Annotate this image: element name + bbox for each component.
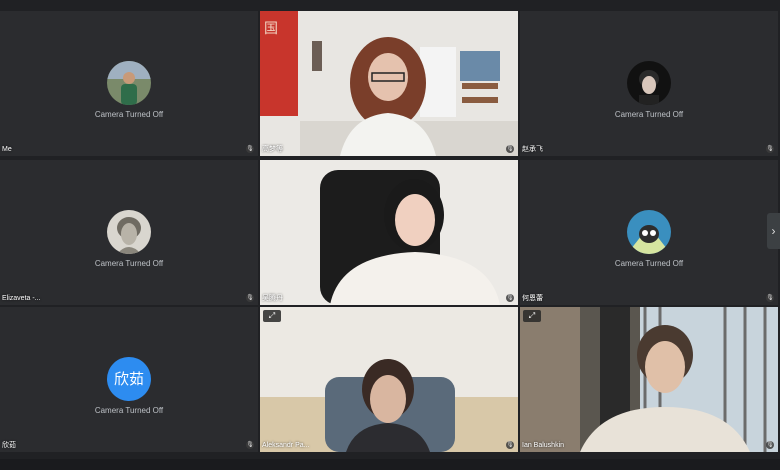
camera-off-label: Camera Turned Off — [614, 110, 684, 119]
video-grid: Camera Turned Off Me 🎙 国 高梦等 🎙 Camera Tu… — [0, 11, 780, 455]
participant-name: Ian Balushkin — [522, 442, 565, 449]
participant-tile[interactable]: Camera Turned Off 何恩蕾 🎙 — [520, 160, 778, 305]
bottom-bar — [0, 459, 780, 470]
expand-icon[interactable]: ⤢ — [263, 310, 281, 322]
microphone-icon: 🎙 — [766, 441, 774, 449]
video-feed — [260, 307, 518, 452]
participant-name: 高梦等 — [262, 146, 283, 153]
participant-tile-video[interactable]: ⤢ Aleksandr Pa... 🎙 — [260, 307, 518, 452]
participant-tile-video[interactable]: 国 高梦等 🎙 — [260, 11, 518, 156]
participant-name: 赵承飞 — [522, 146, 543, 153]
camera-off-label: Camera Turned Off — [614, 259, 684, 268]
participant-tile-me[interactable]: Camera Turned Off Me 🎙 — [0, 11, 258, 156]
video-feed — [520, 307, 778, 452]
camera-off-label: Camera Turned Off — [94, 110, 164, 119]
participant-name: Aleksandr Pa... — [262, 442, 310, 449]
participant-tile-video[interactable]: 吴腾丹 🎙 — [260, 160, 518, 305]
chevron-right-icon[interactable]: › — [767, 213, 780, 249]
microphone-icon: 🎙 — [246, 145, 254, 153]
participant-name: 何恩蕾 — [522, 295, 543, 302]
microphone-icon: 🎙 — [766, 145, 774, 153]
avatar — [627, 61, 671, 105]
microphone-icon: 🎙 — [766, 294, 774, 302]
microphone-icon: 🎙 — [506, 145, 514, 153]
microphone-icon: 🎙 — [246, 294, 254, 302]
avatar — [627, 210, 671, 254]
microphone-icon: 🎙 — [506, 294, 514, 302]
camera-off-label: Camera Turned Off — [94, 406, 164, 415]
microphone-icon: 🎙 — [506, 441, 514, 449]
video-feed: 国 — [260, 11, 518, 156]
expand-icon[interactable]: ⤢ — [523, 310, 541, 322]
participant-tile[interactable]: Camera Turned Off Elizaveta -... 🎙 — [0, 160, 258, 305]
avatar — [107, 61, 151, 105]
participant-name: 吴腾丹 — [262, 295, 283, 302]
avatar: 欣茹 — [107, 357, 151, 401]
avatar-initials: 欣茹 — [113, 370, 144, 388]
participant-name: Elizaveta -... — [2, 295, 41, 302]
participant-tile[interactable]: 欣茹 Camera Turned Off 欣茹 🎙 — [0, 307, 258, 452]
avatar — [107, 210, 151, 254]
participant-tile[interactable]: Camera Turned Off 赵承飞 🎙 — [520, 11, 778, 156]
camera-off-label: Camera Turned Off — [94, 259, 164, 268]
participant-name: Me — [2, 146, 12, 153]
microphone-icon: 🎙 — [246, 441, 254, 449]
participant-name: 欣茹 — [2, 442, 16, 449]
svg-text:国: 国 — [264, 20, 278, 36]
participant-tile-video[interactable]: ⤢ Ian Balushkin 🎙 — [520, 307, 778, 452]
video-feed — [260, 160, 518, 305]
